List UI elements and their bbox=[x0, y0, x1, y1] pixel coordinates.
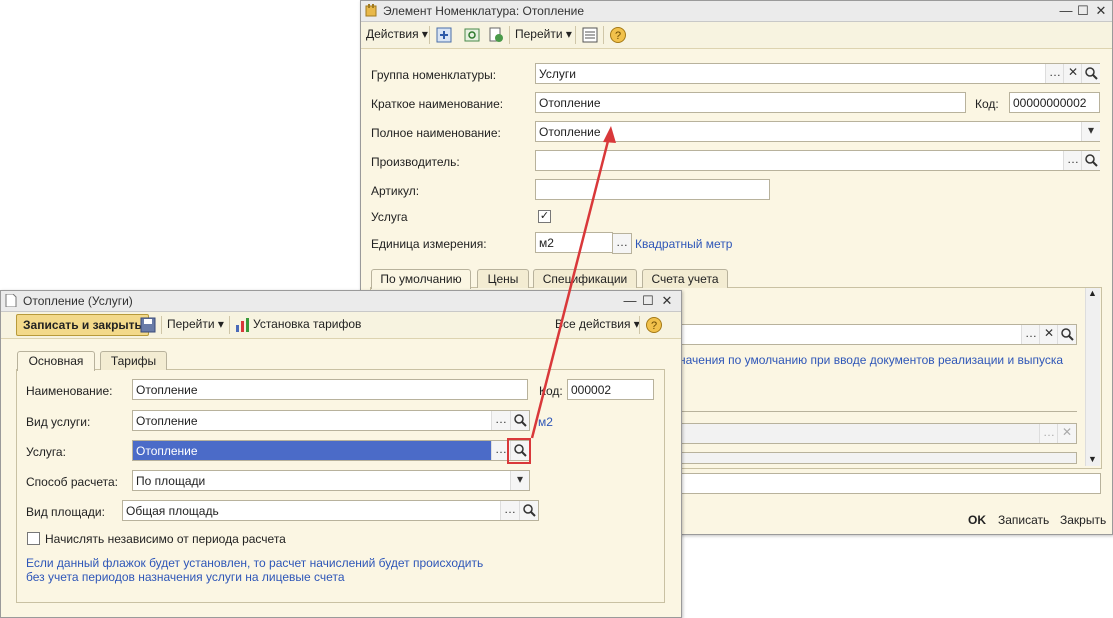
divider bbox=[679, 411, 1077, 412]
hint-line-1: Если данный флажок будет установлен, то … bbox=[26, 556, 484, 570]
back-tab-prices[interactable]: Цены bbox=[477, 269, 529, 288]
short-name-field[interactable]: Отопление bbox=[535, 92, 966, 113]
article-label: Артикул: bbox=[371, 184, 420, 198]
full-name-field[interactable]: Отопление bbox=[535, 121, 1100, 142]
save-icon[interactable] bbox=[139, 316, 157, 334]
kind-field[interactable]: Отопление bbox=[132, 410, 530, 431]
service-label: Услуга: bbox=[26, 445, 66, 459]
calc-field[interactable]: По площади bbox=[132, 470, 530, 491]
back-titlebar: Элемент Номенклатура: Отопление — ☐ ✕ bbox=[361, 1, 1112, 22]
close-icon[interactable]: ✕ bbox=[658, 292, 676, 309]
partial-hint-text: начения по умолчанию при вводе документо… bbox=[679, 353, 1064, 367]
catalog-icon bbox=[365, 4, 377, 17]
partial2-select-button[interactable]: … bbox=[1039, 424, 1058, 443]
area-label: Вид площади: bbox=[26, 505, 105, 519]
unit-select-button[interactable]: … bbox=[612, 233, 632, 254]
short-name-label: Краткое наименование: bbox=[371, 97, 504, 111]
partial-select-button[interactable]: … bbox=[1021, 325, 1040, 344]
goto-menu[interactable]: Перейти ▾ bbox=[515, 27, 572, 41]
group-field[interactable]: Услуги bbox=[535, 63, 1100, 84]
unit-label: Единица измерения: bbox=[371, 237, 487, 251]
document-icon bbox=[5, 294, 17, 307]
full-name-dropdown-icon[interactable]: ▾ bbox=[1081, 122, 1100, 141]
partial-clear-icon[interactable]: ✕ bbox=[1039, 325, 1058, 344]
minimize-icon[interactable]: — bbox=[1057, 2, 1075, 19]
peek-m2-link[interactable]: м2 bbox=[538, 415, 553, 429]
group-label: Группа номенклатуры: bbox=[371, 68, 497, 82]
svg-text:?: ? bbox=[651, 320, 657, 332]
back-window-title: Элемент Номенклатура: Отопление bbox=[383, 4, 585, 18]
back-toolbar: Действия ▾ Перейти ▾ ? bbox=[361, 22, 1112, 49]
independent-checkbox[interactable] bbox=[27, 532, 40, 545]
unit-field[interactable]: м2 bbox=[535, 232, 613, 253]
maker-field[interactable] bbox=[535, 150, 1100, 171]
kind-label: Вид услуги: bbox=[26, 415, 91, 429]
partial-field-2[interactable] bbox=[677, 423, 1077, 444]
close-button[interactable]: Закрыть bbox=[1060, 513, 1106, 527]
area-field[interactable]: Общая площадь bbox=[122, 500, 539, 521]
front-code-label: Код: bbox=[539, 384, 563, 398]
all-actions-menu[interactable]: Все действия ▾ bbox=[555, 317, 640, 331]
maker-label: Производитель: bbox=[371, 155, 460, 169]
copy-icon[interactable] bbox=[487, 26, 505, 44]
code-field[interactable]: 00000000002 bbox=[1009, 92, 1100, 113]
article-field[interactable] bbox=[535, 179, 770, 200]
scrollbar[interactable]: ▲ ▼ bbox=[1085, 288, 1100, 466]
front-toolbar: Записать и закрыть Перейти ▾ Установка т… bbox=[1, 312, 681, 339]
tariffs-button[interactable]: Установка тарифов bbox=[253, 317, 361, 331]
service-search-highlight bbox=[507, 438, 531, 464]
kind-select-button[interactable]: … bbox=[491, 411, 510, 430]
service-field[interactable]: Отопление bbox=[132, 440, 530, 461]
front-window-title: Отопление (Услуги) bbox=[23, 294, 133, 308]
help-icon[interactable]: ? bbox=[645, 316, 663, 334]
back-tab-default[interactable]: По умолчанию bbox=[371, 269, 471, 289]
maker-select-button[interactable]: … bbox=[1063, 151, 1082, 170]
front-goto-menu[interactable]: Перейти ▾ bbox=[167, 317, 224, 331]
independent-label: Начислять независимо от периода расчета bbox=[45, 532, 286, 546]
group-clear-icon[interactable]: ✕ bbox=[1063, 64, 1082, 83]
service-checkbox[interactable]: ✓ bbox=[538, 210, 551, 223]
unit-link[interactable]: Квадратный метр bbox=[635, 237, 732, 251]
write-button[interactable]: Записать bbox=[998, 513, 1049, 527]
list-icon[interactable] bbox=[581, 26, 599, 44]
maker-search-icon[interactable] bbox=[1081, 151, 1100, 170]
group-select-button[interactable]: … bbox=[1045, 64, 1064, 83]
ok-button[interactable]: OK bbox=[968, 513, 986, 527]
front-code-field[interactable]: 000002 bbox=[567, 379, 654, 400]
partial-field-3[interactable] bbox=[677, 452, 1077, 464]
help-icon[interactable]: ? bbox=[609, 26, 627, 44]
back-tab-accounts[interactable]: Счета учета bbox=[642, 269, 728, 288]
back-partial-field[interactable] bbox=[677, 324, 1077, 345]
full-name-label: Полное наименование: bbox=[371, 126, 501, 140]
actions-menu[interactable]: Действия ▾ bbox=[366, 27, 428, 41]
area-search-icon[interactable] bbox=[519, 501, 538, 520]
tab-tariffs[interactable]: Тарифы bbox=[100, 351, 167, 370]
refresh-icon[interactable] bbox=[463, 26, 481, 44]
minimize-icon[interactable]: — bbox=[621, 292, 639, 309]
maximize-icon[interactable]: ☐ bbox=[639, 292, 657, 309]
comment-field[interactable] bbox=[677, 473, 1101, 494]
name-label: Наименование: bbox=[26, 384, 113, 398]
maximize-icon[interactable]: ☐ bbox=[1074, 2, 1092, 19]
back-tab-specs[interactable]: Спецификации bbox=[533, 269, 637, 288]
tab-main[interactable]: Основная bbox=[17, 351, 95, 371]
front-titlebar: Отопление (Услуги) — ☐ ✕ bbox=[1, 291, 681, 312]
hint-line-2: без учета периодов назначения услуги на … bbox=[26, 570, 345, 584]
calc-dropdown-icon[interactable]: ▾ bbox=[510, 471, 529, 490]
tariffs-chart-icon[interactable] bbox=[234, 316, 252, 334]
partial2-clear-icon[interactable]: ✕ bbox=[1057, 424, 1076, 443]
kind-search-icon[interactable] bbox=[510, 411, 529, 430]
partial-search-icon[interactable] bbox=[1057, 325, 1076, 344]
svg-text:?: ? bbox=[615, 30, 621, 42]
service-label: Услуга bbox=[371, 210, 408, 224]
code-label: Код: bbox=[975, 97, 999, 111]
save-close-button[interactable]: Записать и закрыть bbox=[16, 314, 149, 336]
post-icon[interactable] bbox=[435, 26, 453, 44]
close-icon[interactable]: ✕ bbox=[1092, 2, 1110, 19]
area-select-button[interactable]: … bbox=[500, 501, 519, 520]
calc-label: Способ расчета: bbox=[26, 475, 118, 489]
group-search-icon[interactable] bbox=[1081, 64, 1100, 83]
front-window: Отопление (Услуги) — ☐ ✕ Записать и закр… bbox=[0, 290, 682, 618]
name-field[interactable]: Отопление bbox=[132, 379, 528, 400]
